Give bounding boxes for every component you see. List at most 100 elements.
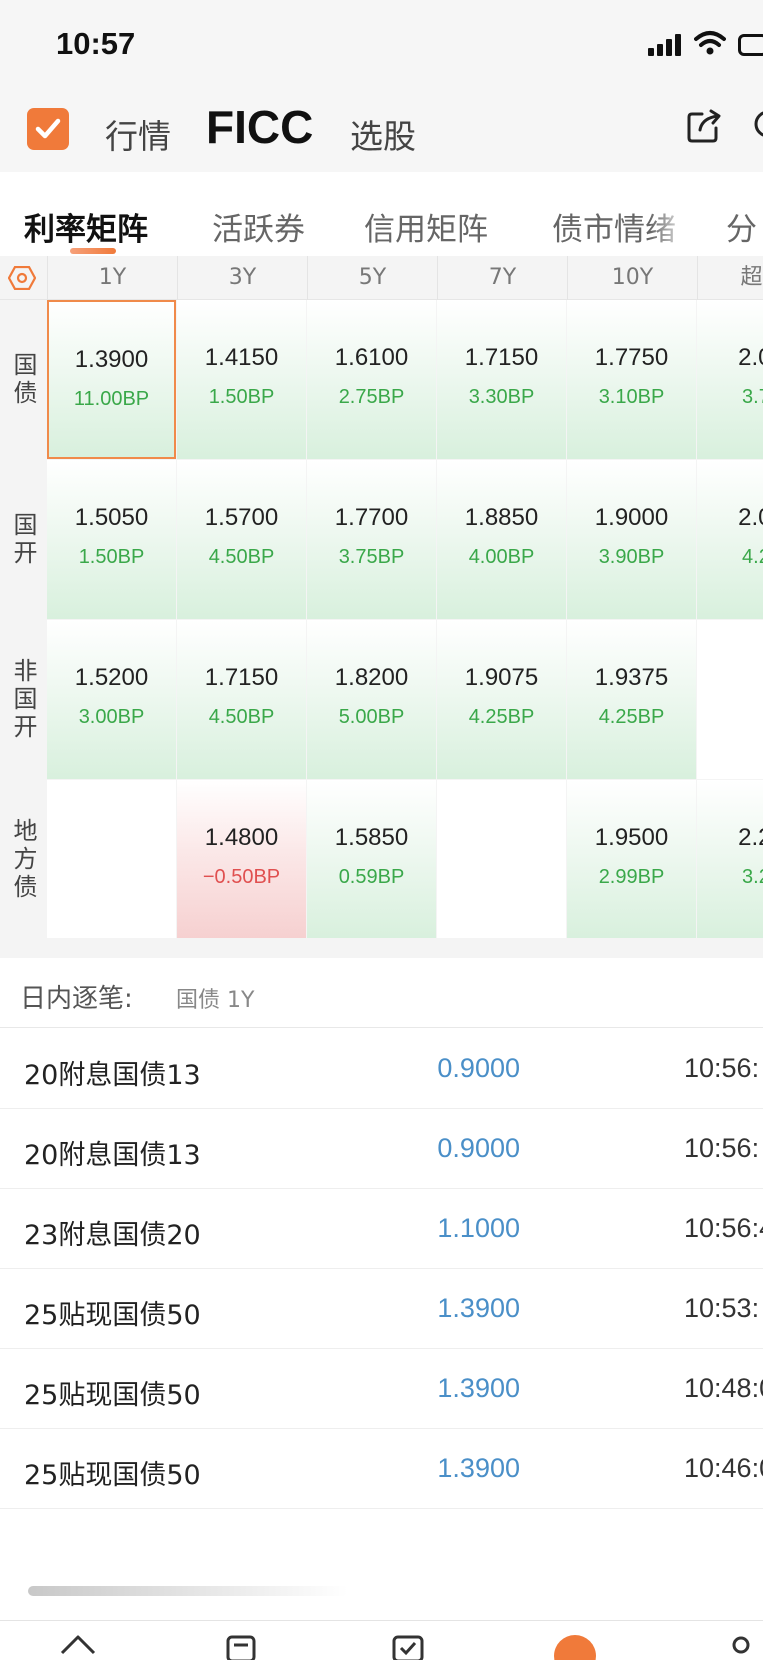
trade-row[interactable]: 20附息国债13 0.9000 10:56:: [0, 1029, 763, 1109]
battery-icon: [738, 34, 763, 56]
matrix-cell[interactable]: 2.03 3.70: [697, 300, 763, 459]
matrix-cell[interactable]: 1.9500 2.99BP: [567, 780, 696, 938]
matrix-cell[interactable]: 2.20 3.23: [697, 780, 763, 938]
cell-yield: 1.7700: [334, 504, 409, 531]
matrix-row: 非国开 1.5200 3.00BP 1.7150 4.50BP 1.8200 5.00BP 1…: [0, 620, 763, 780]
trade-time: 10:56:: [684, 1053, 760, 1083]
sub-tab-active-bonds[interactable]: 活跃券: [212, 204, 305, 249]
cell-bp-change: 3.30BP: [468, 386, 535, 408]
trade-row[interactable]: 25贴现国债50 1.3900 10:53:: [0, 1269, 763, 1349]
bottom-tab-bar: [0, 1620, 763, 1660]
cell-yield: 1.9375: [594, 664, 669, 691]
news-icon[interactable]: [224, 1631, 260, 1660]
matrix-row-label: 地方债: [0, 780, 47, 938]
matrix-cell[interactable]: 1.9375 4.25BP: [567, 620, 696, 779]
app-logo-icon[interactable]: [27, 108, 69, 150]
matrix-cell[interactable]: 1.3900 11.00BP: [47, 300, 176, 459]
trade-price: 1.1000: [437, 1213, 520, 1243]
matrix-cell[interactable]: 1.7150 4.50BP: [177, 620, 306, 779]
matrix-cell[interactable]: 1.5200 3.00BP: [47, 620, 176, 779]
matrix-cell[interactable]: 1.6100 2.75BP: [307, 300, 436, 459]
trade-time: 10:46:0: [684, 1453, 763, 1483]
matrix-cell[interactable]: 1.8850 4.00BP: [437, 460, 566, 619]
matrix-row-label-text: 非国开: [9, 658, 37, 742]
matrix-cell[interactable]: 1.4800 −0.50BP: [177, 780, 306, 938]
blurred-row: [28, 1586, 348, 1596]
active-tab-indicator: [70, 248, 116, 254]
status-bar: 10:57: [0, 0, 763, 90]
matrix-cell[interactable]: 2.09 4.25: [697, 460, 763, 619]
matrix-row-label: 非国开: [0, 620, 47, 780]
trade-row[interactable]: 25贴现国债50 1.3900 10:46:0: [0, 1429, 763, 1509]
matrix-column-header[interactable]: 10Y: [567, 256, 697, 300]
cell-bp-change: 4.25BP: [598, 706, 665, 728]
trade-name: 25贴现国债50: [24, 1380, 201, 1411]
cell-yield: 2.09: [738, 504, 763, 531]
matrix-cell[interactable]: 1.5050 1.50BP: [47, 460, 176, 619]
share-icon[interactable]: [684, 106, 724, 146]
sub-tab-credit-matrix[interactable]: 信用矩阵: [364, 204, 488, 249]
matrix-cell[interactable]: 1.8200 5.00BP: [307, 620, 436, 779]
matrix-row-label-text: 地方债: [9, 818, 37, 902]
sub-tab-rate-matrix[interactable]: 利率矩阵: [24, 204, 148, 249]
matrix-cell[interactable]: 1.5700 4.50BP: [177, 460, 306, 619]
header-tab-stock-picker[interactable]: 选股: [350, 110, 416, 158]
cell-yield: 2.03: [738, 344, 763, 371]
matrix-cell: [697, 620, 763, 779]
cell-bp-change: 3.23: [742, 866, 763, 888]
matrix-header-row: 1Y 3Y 5Y 7Y 10Y 超长: [0, 256, 763, 300]
trade-time: 10:53:: [684, 1293, 760, 1323]
matrix-cell: [437, 780, 566, 938]
search-icon[interactable]: [752, 108, 763, 144]
matrix-column-header[interactable]: 1Y: [47, 256, 177, 300]
cell-bp-change: 1.50BP: [208, 386, 275, 408]
trade-row[interactable]: 20附息国债13 0.9000 10:56:: [0, 1109, 763, 1189]
watchlist-icon[interactable]: [390, 1631, 426, 1660]
header-tab-market[interactable]: 行情: [105, 110, 171, 158]
trade-price: 1.3900: [437, 1373, 520, 1403]
matrix-column-header[interactable]: 3Y: [177, 256, 307, 300]
cell-yield: 1.6100: [334, 344, 409, 371]
sub-tab-more[interactable]: 分: [726, 204, 757, 249]
trade-tab-icon[interactable]: [554, 1635, 596, 1660]
cell-bp-change: 3.10BP: [598, 386, 665, 408]
cell-yield: 1.5850: [334, 824, 409, 851]
cell-bp-change: 4.25BP: [468, 706, 535, 728]
cell-yield: 1.7150: [204, 664, 279, 691]
matrix-settings-icon[interactable]: [0, 256, 47, 300]
matrix-cell[interactable]: 1.5850 0.59BP: [307, 780, 436, 938]
profile-icon[interactable]: [726, 1631, 756, 1660]
home-icon[interactable]: [58, 1631, 98, 1660]
matrix-row-label: 国开: [0, 460, 47, 620]
cell-bp-change: 4.50BP: [208, 706, 275, 728]
matrix-column-header[interactable]: 超长: [697, 256, 763, 300]
matrix-row-label-text: 国债: [9, 352, 37, 408]
bottom-fade: [0, 1540, 763, 1620]
cell-yield: 1.7750: [594, 344, 669, 371]
section-gap: [0, 938, 763, 958]
cell-yield: 2.20: [738, 824, 763, 851]
cell-bp-change: 0.59BP: [338, 866, 405, 888]
cell-yield: 1.7150: [464, 344, 539, 371]
cell-bp-change: 5.00BP: [338, 706, 405, 728]
matrix-cell[interactable]: 1.9075 4.25BP: [437, 620, 566, 779]
trade-name: 20附息国债13: [24, 1140, 201, 1171]
matrix-row-label-text: 国开: [9, 512, 37, 568]
matrix-cell[interactable]: 1.9000 3.90BP: [567, 460, 696, 619]
header-tab-ficc[interactable]: FICC: [206, 100, 313, 154]
intraday-header: 日内逐笔: 国债 1Y: [0, 958, 763, 1028]
matrix-row: 国开 1.5050 1.50BP 1.5700 4.50BP 1.7700 3.75BP 1.…: [0, 460, 763, 620]
matrix-cell[interactable]: 1.7750 3.10BP: [567, 300, 696, 459]
status-time: 10:57: [56, 26, 136, 61]
trade-row[interactable]: 25贴现国债50 1.3900 10:48:0: [0, 1349, 763, 1429]
cell-yield: 1.9075: [464, 664, 539, 691]
matrix-cell[interactable]: 1.4150 1.50BP: [177, 300, 306, 459]
cell-yield: 1.8200: [334, 664, 409, 691]
rate-matrix: 1Y 3Y 5Y 7Y 10Y 超长 国债 1.3900 11.00BP 1.4150…: [0, 256, 763, 938]
matrix-column-header[interactable]: 5Y: [307, 256, 437, 300]
matrix-cell[interactable]: 1.7150 3.30BP: [437, 300, 566, 459]
cell-bp-change: 2.99BP: [598, 866, 665, 888]
matrix-cell[interactable]: 1.7700 3.75BP: [307, 460, 436, 619]
trade-row[interactable]: 23附息国债20 1.1000 10:56:4: [0, 1189, 763, 1269]
matrix-column-header[interactable]: 7Y: [437, 256, 567, 300]
